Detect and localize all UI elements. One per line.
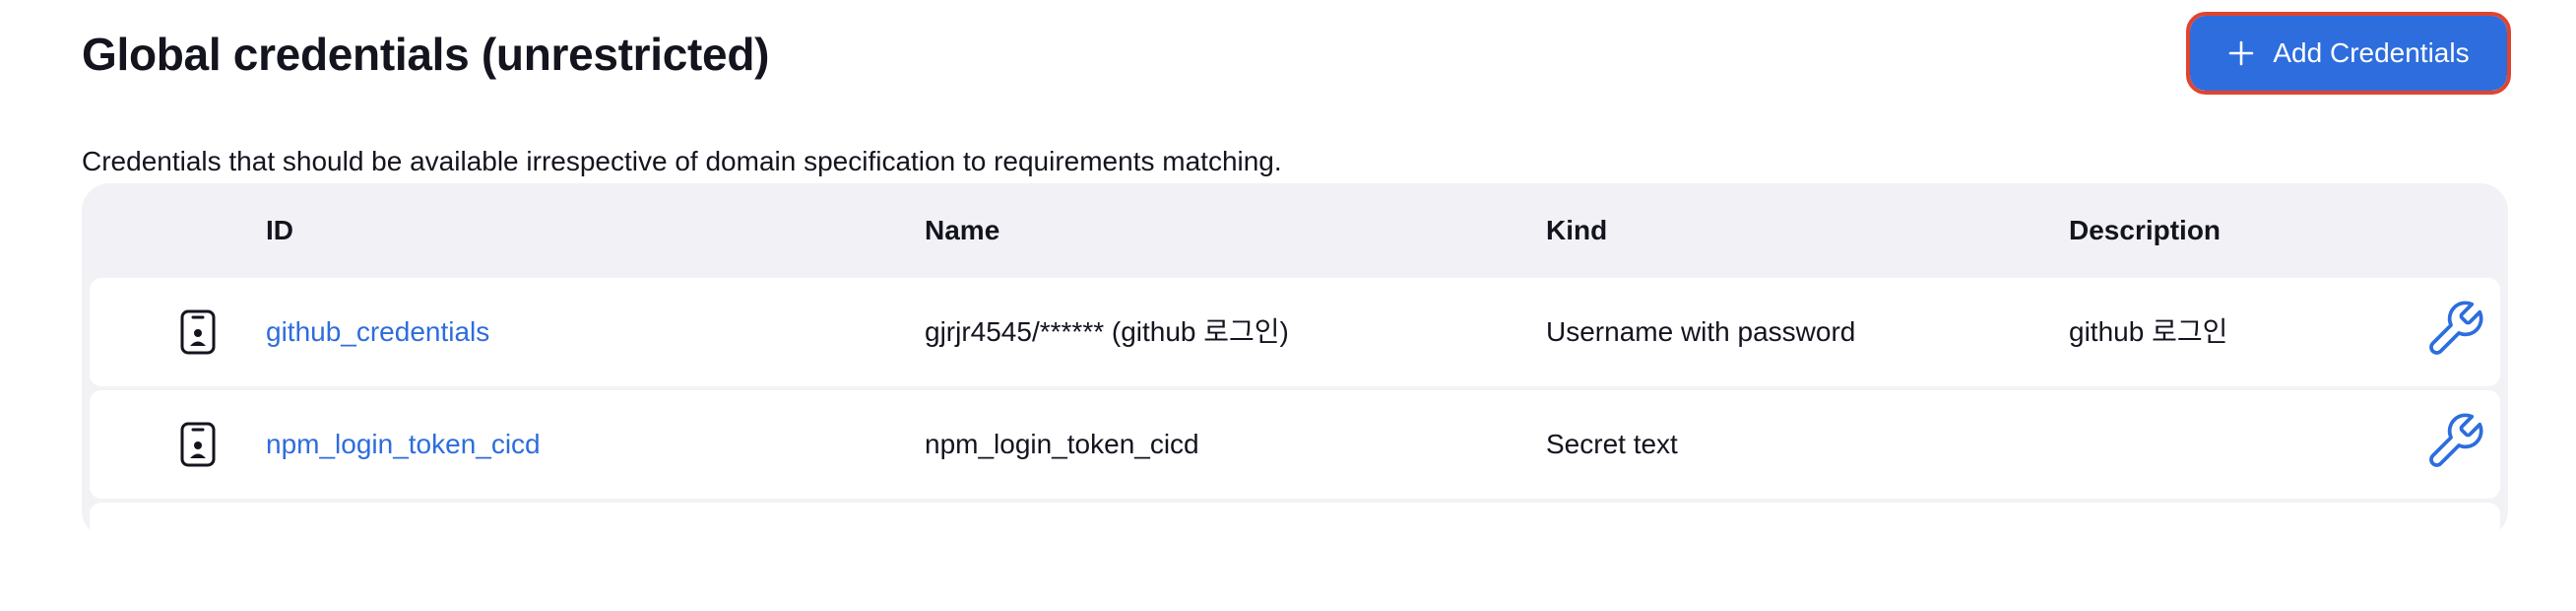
page-description: Credentials that should be available irr… [82,146,1282,176]
page-title: Global credentials (unrestricted) [82,29,770,80]
credential-id-link[interactable]: github_credentials [266,314,489,350]
table-row: github_credentials gjrjr4545/****** (git… [90,278,2500,386]
credential-device-icon [180,422,216,467]
add-credentials-label: Add Credentials [2273,37,2470,68]
credential-name: npm_login_token_cicd [925,429,1199,459]
credential-id-link[interactable]: npm_login_token_cicd [266,427,541,462]
column-header-name[interactable]: Name [925,213,999,248]
table-row: npm_login_token_cicd npm_login_token_cic… [90,390,2500,499]
column-header-kind[interactable]: Kind [1546,213,1607,248]
credentials-table: ID Name Kind Description github_credenti… [82,183,2508,611]
wrench-icon[interactable] [2423,298,2486,361]
table-row [90,503,2500,611]
wrench-icon[interactable] [2423,410,2486,473]
credential-kind: Secret text [1546,429,1678,459]
column-header-id[interactable]: ID [266,213,293,248]
credential-name: gjrjr4545/****** (github 로그인) [925,316,1289,347]
column-header-description[interactable]: Description [2069,213,2221,248]
credential-kind: Username with password [1546,316,1856,347]
credential-device-icon [180,309,216,355]
credential-description: github 로그인 [2069,316,2228,347]
table-header: ID Name Kind Description [82,183,2508,276]
add-credentials-button[interactable]: Add Credentials [2186,12,2511,95]
plus-icon [2227,39,2255,67]
